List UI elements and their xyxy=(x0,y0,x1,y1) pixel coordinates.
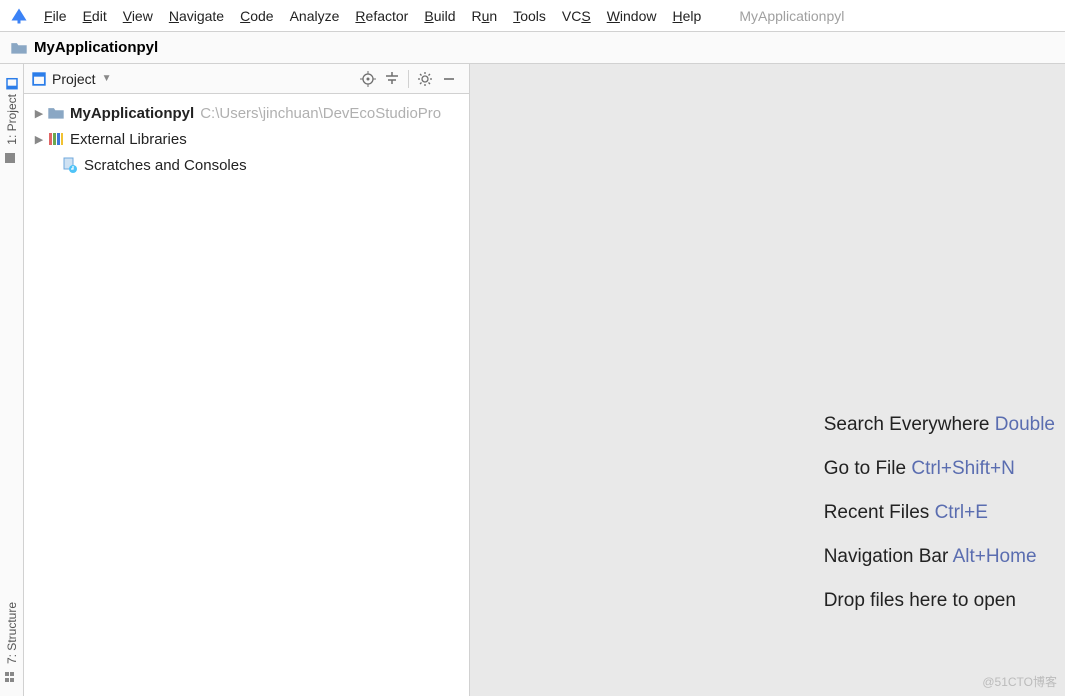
menu-build[interactable]: Build xyxy=(416,4,463,28)
menu-refactor[interactable]: Refactor xyxy=(347,4,416,28)
hint-search-everywhere: Search Everywhere Double xyxy=(824,414,1055,436)
locate-button[interactable] xyxy=(356,67,380,91)
tree-scratches[interactable]: Scratches and Consoles xyxy=(28,152,465,178)
menu-code[interactable]: Code xyxy=(232,4,281,28)
menu-view[interactable]: View xyxy=(115,4,161,28)
shortcut: Ctrl+Shift+N xyxy=(911,458,1014,479)
project-panel-title: Project xyxy=(52,71,96,87)
shortcut: Alt+Home xyxy=(953,546,1037,567)
tool-tab-project[interactable]: 1: Project xyxy=(5,78,19,145)
tree-external-libraries[interactable]: ▶ External Libraries xyxy=(28,126,465,152)
chevron-right-icon[interactable]: ▶ xyxy=(32,133,46,146)
minimize-icon xyxy=(442,72,456,86)
menu-edit[interactable]: Edit xyxy=(75,4,115,28)
watermark: @51CTO博客 xyxy=(982,673,1057,690)
hint-navigation-bar: Navigation Bar Alt+Home xyxy=(824,546,1055,568)
menu-window[interactable]: Window xyxy=(599,4,665,28)
menu-navigate[interactable]: Navigate xyxy=(161,4,232,28)
hint-drop-files: Drop files here to open xyxy=(824,590,1055,612)
target-icon xyxy=(360,71,376,87)
project-view-icon xyxy=(32,72,46,86)
project-view-selector[interactable]: Project ▼ xyxy=(32,71,111,87)
app-logo-icon xyxy=(10,7,28,25)
menu-analyze[interactable]: Analyze xyxy=(282,4,348,28)
tree-root-row[interactable]: ▶ MyApplicationpyl C:\Users\jinchuan\Dev… xyxy=(28,100,465,126)
collapse-icon xyxy=(384,71,400,87)
shortcut: Ctrl+E xyxy=(935,502,988,523)
toolbar-divider xyxy=(408,70,409,88)
chevron-down-icon: ▼ xyxy=(102,73,112,84)
tree-root-path: C:\Users\jinchuan\DevEcoStudioPro xyxy=(200,105,441,122)
folder-icon xyxy=(46,106,66,120)
project-tool-window: Project ▼ ▶ MyAp xyxy=(24,64,470,696)
gear-icon xyxy=(417,71,433,87)
panel-settings-button[interactable] xyxy=(413,67,437,91)
libraries-icon xyxy=(46,132,66,146)
menu-vcs[interactable]: VCS xyxy=(554,4,599,28)
main-area: 1: Project 7: Structure Project ▼ xyxy=(0,64,1065,696)
menu-run[interactable]: Run xyxy=(463,4,505,28)
tool-tab-structure[interactable]: 7: Structure xyxy=(5,602,19,664)
menu-bar: File Edit View Navigate Code Analyze Ref… xyxy=(0,0,1065,32)
project-panel-header: Project ▼ xyxy=(24,64,469,94)
collapse-all-button[interactable] xyxy=(380,67,404,91)
breadcrumb-project[interactable]: MyApplicationpyl xyxy=(34,39,158,56)
editor-empty-state[interactable]: Search Everywhere Double Go to File Ctrl… xyxy=(470,64,1065,696)
tree-root-name: MyApplicationpyl xyxy=(70,105,194,122)
left-tool-gutter: 1: Project 7: Structure xyxy=(0,64,24,696)
hint-goto-file: Go to File Ctrl+Shift+N xyxy=(824,458,1055,480)
hide-panel-button[interactable] xyxy=(437,67,461,91)
tool-tab-indicator-icon xyxy=(5,153,15,163)
tree-item-label: External Libraries xyxy=(70,131,187,148)
menu-file[interactable]: File xyxy=(36,4,75,28)
scratches-icon xyxy=(60,157,80,173)
navigation-bar[interactable]: MyApplicationpyl xyxy=(0,32,1065,64)
window-project-title: MyApplicationpyl xyxy=(739,8,844,24)
shortcut: Double xyxy=(995,414,1055,435)
structure-icon xyxy=(5,672,15,682)
menu-tools[interactable]: Tools xyxy=(505,4,554,28)
project-view-icon xyxy=(6,78,18,90)
tree-item-label: Scratches and Consoles xyxy=(84,157,247,174)
chevron-right-icon[interactable]: ▶ xyxy=(32,107,46,120)
project-tree[interactable]: ▶ MyApplicationpyl C:\Users\jinchuan\Dev… xyxy=(24,94,469,184)
editor-hints: Search Everywhere Double Go to File Ctrl… xyxy=(824,414,1055,634)
hint-recent-files: Recent Files Ctrl+E xyxy=(824,502,1055,524)
folder-icon xyxy=(10,41,28,55)
menu-help[interactable]: Help xyxy=(665,4,710,28)
